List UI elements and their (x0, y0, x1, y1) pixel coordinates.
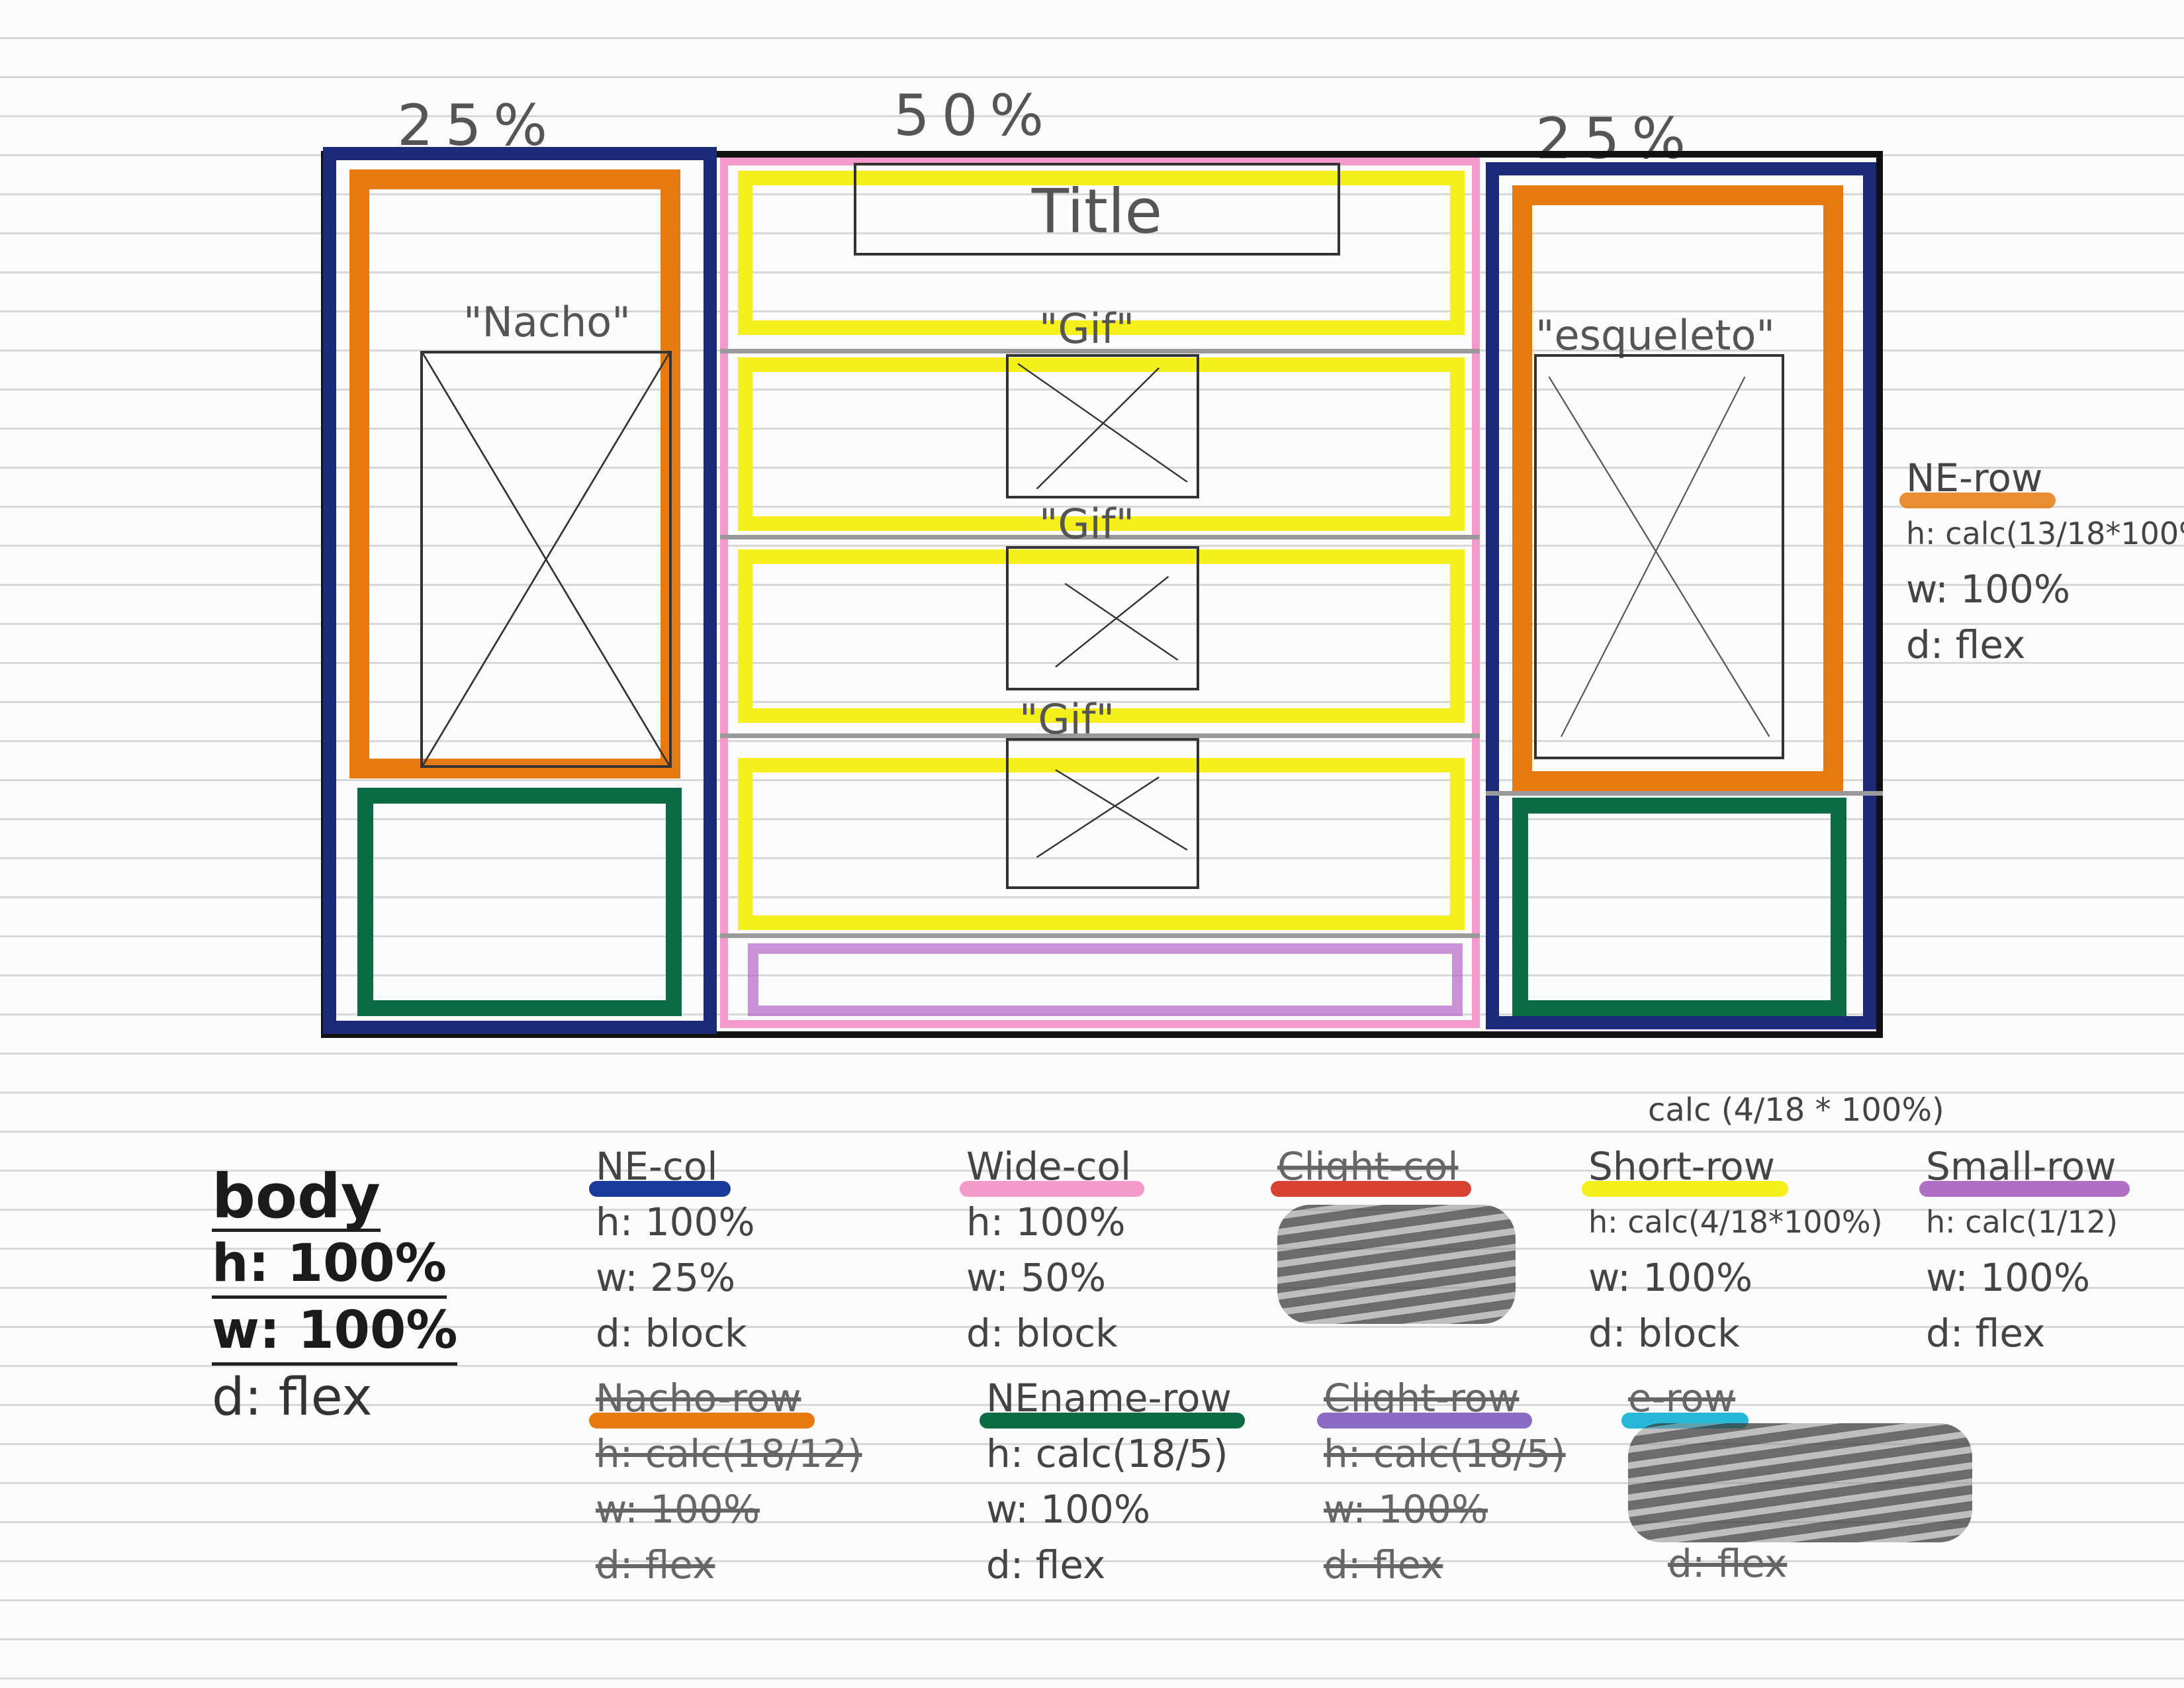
left-name-box (357, 788, 682, 1016)
note-highlight (1271, 1181, 1472, 1197)
ne-row-line-2: w: 100% (1906, 567, 2071, 612)
note-line: h: calc(18/5) (986, 1431, 1228, 1476)
gif-label-1: "Gif" (1039, 305, 1135, 353)
note-line: d: block (1588, 1311, 1740, 1356)
note-line: h: calc(4/18*100%) (1588, 1204, 1883, 1240)
gif-label-2: "Gif" (1039, 500, 1135, 548)
body-line-1: h: 100% (212, 1232, 447, 1299)
note-line: d: block (966, 1311, 1118, 1356)
esqueleto-label: "esqueleto" (1535, 311, 1775, 359)
note-line: h: 100% (966, 1199, 1126, 1244)
footer-small-row (748, 943, 1463, 1016)
note-clight-col: Clight-col (1271, 1139, 1516, 1324)
body-annotation: body h: 100% w: 100% d: flex (212, 1161, 458, 1429)
scribble-out (1628, 1423, 1972, 1542)
note-line: d: flex (986, 1542, 1106, 1587)
body-name: body (212, 1161, 381, 1232)
row-divider (720, 933, 1480, 938)
note-line: h: calc(1/12) (1926, 1204, 2118, 1240)
gif-placeholder-3 (1006, 738, 1199, 889)
note-highlight (589, 1181, 731, 1197)
note-line: h: 100% (596, 1199, 755, 1244)
body-line-2: w: 100% (212, 1299, 458, 1366)
middle-width-label: 50% (893, 83, 1056, 149)
note-ne-col: NE-col h: 100% w: 25% d: block (589, 1139, 755, 1361)
note-line: d: flex (596, 1542, 715, 1587)
note-line: d: flex (1324, 1542, 1443, 1587)
note-line: d: flex (1668, 1541, 1788, 1586)
nacho-image-placeholder (420, 351, 672, 768)
note-clight-row: Clight-row h: calc(18/5) w: 100% d: flex (1317, 1370, 1566, 1593)
gif-label-3: "Gif" (1019, 695, 1115, 743)
ne-row-annotation: NE-row h: calc(13/18*100%) w: 100% d: fl… (1899, 450, 2184, 673)
body-line-3: d: flex (212, 1368, 373, 1427)
note-highlight (1582, 1181, 1789, 1197)
note-line: w: 100% (1324, 1487, 1488, 1532)
note-line: w: 25% (596, 1255, 736, 1300)
page-title: Title (854, 163, 1340, 256)
note-highlight (960, 1181, 1145, 1197)
note-line: w: 100% (1588, 1255, 1753, 1300)
note-short-row: Short-row h: calc(4/18*100%) w: 100% d: … (1582, 1139, 1883, 1361)
ne-row-line-3: d: flex (1906, 622, 2026, 667)
note-line: w: 50% (966, 1255, 1107, 1300)
note-highlight (589, 1413, 815, 1429)
ne-row-highlight (1899, 492, 2056, 508)
note-nename-row: NEname-row h: calc(18/5) w: 100% d: flex (979, 1370, 1245, 1593)
row-divider (1486, 791, 1883, 796)
nacho-label: "Nacho" (463, 298, 631, 346)
note-line: h: calc(18/5) (1324, 1431, 1566, 1476)
note-line: w: 100% (1926, 1255, 2091, 1300)
note-nacho-row: Nacho-row h: calc(18/12) w: 100% d: flex (589, 1370, 862, 1593)
note-line: h: calc(18/12) (596, 1431, 862, 1476)
gif-placeholder-1 (1006, 354, 1199, 498)
note-highlight (1317, 1413, 1533, 1429)
scribble-out (1277, 1205, 1516, 1324)
esqueleto-image-placeholder (1534, 354, 1784, 759)
note-highlight (979, 1413, 1245, 1429)
note-wide-col: Wide-col h: 100% w: 50% d: block (960, 1139, 1145, 1361)
ne-row-line-1: h: calc(13/18*100%) (1906, 516, 2184, 551)
note-e-row: e-row d: flex (1621, 1370, 1972, 1586)
note-line: w: 100% (986, 1487, 1151, 1532)
right-name-box (1512, 798, 1846, 1016)
note-highlight (1919, 1181, 2130, 1197)
note-line: w: 100% (596, 1487, 760, 1532)
note-line: d: block (596, 1311, 747, 1356)
note-line: d: flex (1926, 1311, 2046, 1356)
note-small-row: Small-row h: calc(1/12) w: 100% d: flex (1919, 1139, 2130, 1361)
gif-placeholder-2 (1006, 546, 1199, 690)
calc-note: calc (4/18 * 100%) (1648, 1092, 1944, 1129)
